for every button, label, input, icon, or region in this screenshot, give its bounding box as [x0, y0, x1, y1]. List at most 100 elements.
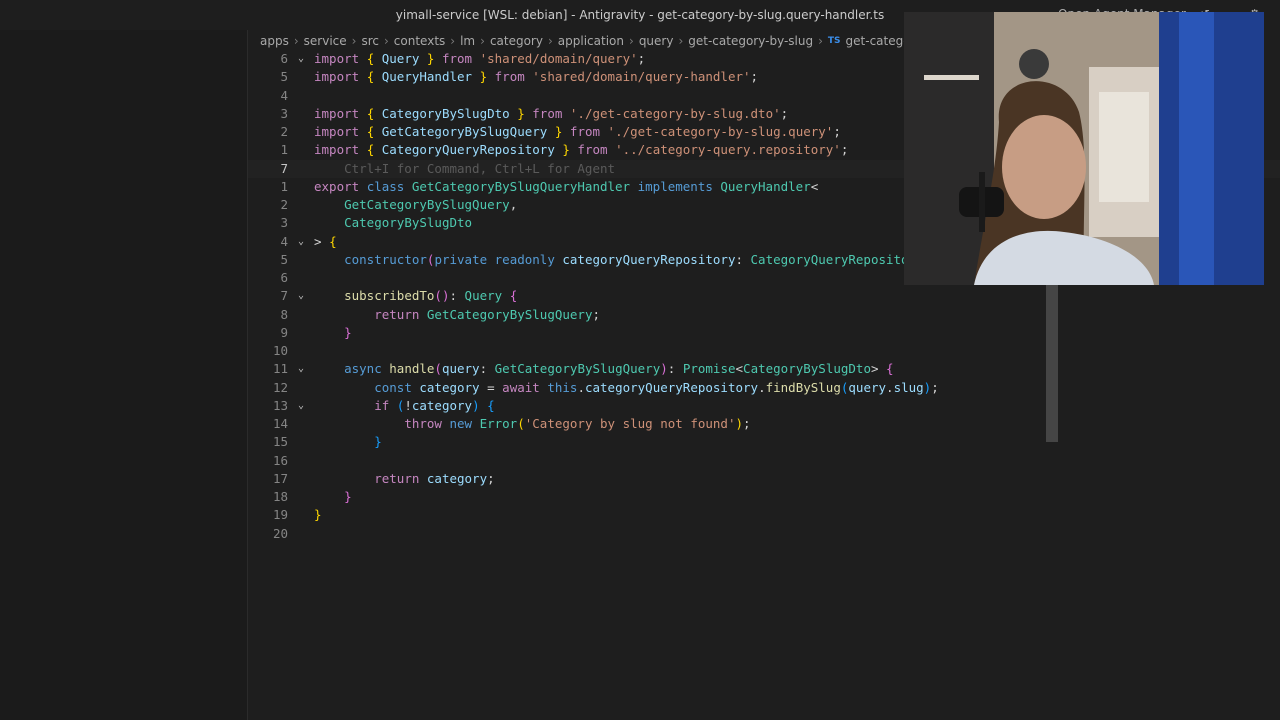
code-token: import: [314, 142, 367, 158]
fold-chevron-down-icon[interactable]: ⌄: [298, 397, 304, 415]
line-number: 7: [280, 160, 288, 176]
code-token: import: [314, 51, 367, 66]
scrollbar[interactable]: [1046, 285, 1058, 442]
line-number: 5: [280, 251, 288, 267]
code-line[interactable]: 9 }: [248, 324, 1280, 342]
code-token: :: [667, 361, 683, 377]
code-token: Query: [464, 288, 503, 304]
line-number: 1: [280, 178, 288, 194]
code-line[interactable]: 13 ⌄ if (!category) {: [248, 397, 1280, 415]
code-token: <: [810, 178, 819, 194]
code-content: throw new Error('Category by slug not fo…: [314, 415, 750, 433]
code-token: category: [411, 397, 473, 413]
breadcrumb-item[interactable]: contexts: [394, 34, 445, 48]
code-token: handle: [389, 361, 435, 377]
code-line[interactable]: 10: [248, 342, 1280, 360]
code-line[interactable]: 8 return GetCategoryBySlugQuery;: [248, 306, 1280, 324]
breadcrumb-item[interactable]: application: [558, 34, 624, 48]
code-content: import { GetCategoryBySlugQuery } from '…: [314, 123, 841, 141]
code-token: category: [426, 470, 488, 486]
code-token: CategoryBySlugDto: [381, 105, 510, 121]
code-content: import { Query } from 'shared/domain/que…: [314, 50, 645, 68]
code-line[interactable]: 17 return category;: [248, 470, 1280, 488]
code-token: Error: [479, 416, 518, 431]
code-line[interactable]: 18 }: [248, 488, 1280, 506]
code-content: Ctrl+I for Command, Ctrl+L for Agent: [314, 160, 615, 178]
line-number: 1: [280, 142, 288, 158]
code-token: const: [374, 379, 420, 395]
code-token: >: [314, 233, 330, 249]
breadcrumb-item[interactable]: query: [639, 34, 674, 48]
code-token: {: [886, 361, 894, 377]
code-line[interactable]: 19}: [248, 506, 1280, 524]
code-token: .: [886, 379, 894, 395]
code-line[interactable]: 20: [248, 525, 1280, 543]
sidebar: [0, 30, 248, 720]
line-number: 16: [272, 452, 288, 468]
code-token: GetCategoryBySlugQuery: [494, 361, 661, 377]
code-token: }: [344, 324, 352, 340]
code-content: constructor(private readonly categoryQue…: [314, 251, 954, 269]
code-token: findBySlug: [765, 379, 841, 395]
chevron-right-icon: ›: [480, 34, 485, 48]
breadcrumb-item[interactable]: lm: [460, 34, 475, 48]
breadcrumb-item[interactable]: category: [490, 34, 543, 48]
code-content: export class GetCategoryBySlugQueryHandl…: [314, 178, 818, 196]
breadcrumb-item[interactable]: apps: [260, 34, 289, 48]
code-token: throw: [404, 416, 450, 431]
code-token: 'shared/domain/query': [479, 51, 638, 66]
code-token: }: [344, 489, 352, 504]
code-token: import: [314, 124, 367, 139]
breadcrumb: apps › service › src › contexts › lm › category › ap…: [260, 32, 941, 50]
line-number: 2: [280, 197, 288, 212]
fold-chevron-down-icon[interactable]: ⌄: [298, 50, 304, 68]
code-token: GetCategoryBySlugQuery: [426, 306, 593, 322]
code-token: return: [374, 470, 427, 486]
code-token: ): [735, 416, 743, 431]
code-token: implements: [630, 178, 721, 194]
breadcrumb-item[interactable]: get-category-by-slug: [688, 34, 813, 48]
code-token: Promise: [682, 361, 736, 377]
code-token: }: [547, 124, 563, 139]
code-content: const category = await this.categoryQuer…: [314, 379, 939, 397]
code-line[interactable]: 11 ⌄ async handle(query: GetCategoryBySlu…: [248, 360, 1280, 378]
code-token: ): [472, 397, 480, 413]
fold-chevron-down-icon[interactable]: ⌄: [298, 360, 304, 378]
code-line[interactable]: 14 throw new Error('Category by slug not…: [248, 415, 1280, 433]
code-line[interactable]: 16: [248, 452, 1280, 470]
code-token: async: [344, 361, 390, 377]
code-token: ;: [487, 470, 495, 486]
fold-chevron-down-icon[interactable]: ⌄: [298, 287, 304, 305]
code-token: ;: [833, 124, 841, 139]
webcam-overlay: [904, 12, 1264, 285]
code-token: from: [562, 124, 608, 139]
code-token: }: [509, 105, 525, 121]
breadcrumb-item[interactable]: service: [304, 34, 347, 48]
fold-chevron-down-icon[interactable]: ⌄: [298, 233, 304, 251]
line-number: 7: [280, 288, 288, 304]
code-line[interactable]: 12 const category = await this.categoryQ…: [248, 379, 1280, 397]
code-token: ;: [592, 306, 601, 322]
code-line[interactable]: 7 ⌄ subscribedTo(): Query {: [248, 287, 1280, 305]
breadcrumb-item[interactable]: src: [361, 34, 379, 48]
code-line[interactable]: 15 }: [248, 433, 1280, 451]
code-token: query: [441, 361, 480, 377]
line-number: 11: [272, 361, 288, 377]
code-token: GetCategoryBySlugQuery: [381, 124, 548, 139]
code-token: {: [509, 288, 518, 304]
code-token: categoryQueryRepository: [584, 379, 759, 395]
code-content: GetCategoryBySlugQuery,: [314, 196, 517, 214]
code-token: private readonly: [434, 251, 563, 267]
code-token: class: [366, 178, 412, 194]
code-token: !: [404, 397, 412, 413]
code-token: await: [502, 379, 548, 395]
line-number: 20: [272, 525, 288, 541]
